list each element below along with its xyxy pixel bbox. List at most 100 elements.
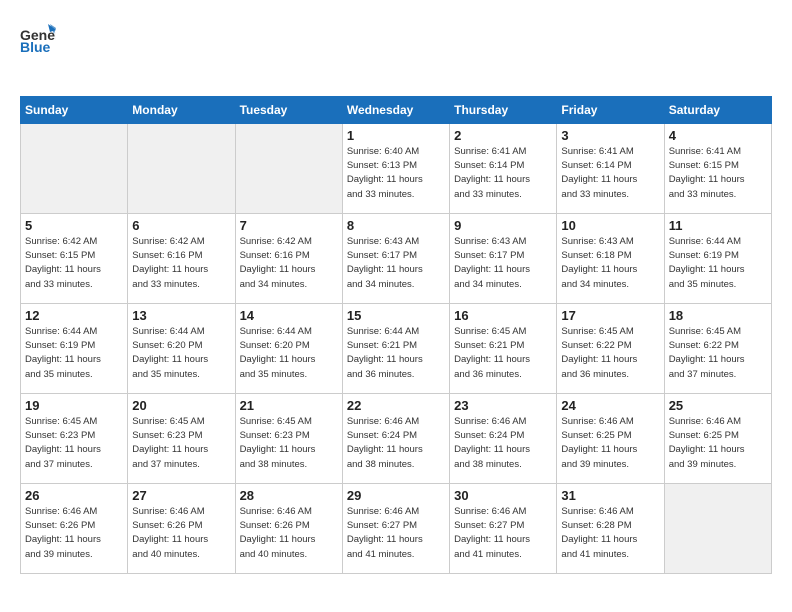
calendar-cell: 1 Sunrise: 6:40 AMSunset: 6:13 PMDaylight…	[342, 123, 449, 213]
calendar-header-row: SundayMondayTuesdayWednesdayThursdayFrid…	[21, 96, 772, 123]
day-info: Sunrise: 6:45 AMSunset: 6:23 PMDaylight:…	[132, 415, 230, 472]
calendar-cell: 29 Sunrise: 6:46 AMSunset: 6:27 PMDayligh…	[342, 483, 449, 573]
day-info: Sunrise: 6:44 AMSunset: 6:19 PMDaylight:…	[25, 325, 123, 382]
day-info: Sunrise: 6:44 AMSunset: 6:20 PMDaylight:…	[132, 325, 230, 382]
calendar-cell: 2Sunrise: 6:41 AMSunset: 6:14 PMDaylight…	[450, 123, 557, 213]
day-number: 12	[25, 308, 123, 323]
calendar-cell: 26 Sunrise: 6:46 AMSunset: 6:26 PMDayligh…	[21, 483, 128, 573]
day-info: Sunrise: 6:40 AMSunset: 6:13 PMDaylight:…	[347, 145, 445, 202]
day-number: 5	[25, 218, 123, 233]
day-info: Sunrise: 6:45 AMSunset: 6:22 PMDaylight:…	[561, 325, 659, 382]
day-info: Sunrise: 6:46 AMSunset: 6:26 PMDaylight:…	[25, 505, 123, 562]
calendar-cell: 24 Sunrise: 6:46 AMSunset: 6:25 PMDayligh…	[557, 393, 664, 483]
calendar-cell: 25 Sunrise: 6:46 AMSunset: 6:25 PMDayligh…	[664, 393, 771, 483]
col-header-tuesday: Tuesday	[235, 96, 342, 123]
day-number: 10	[561, 218, 659, 233]
day-number: 13	[132, 308, 230, 323]
day-info: Sunrise: 6:45 AMSunset: 6:23 PMDaylight:…	[240, 415, 338, 472]
calendar-cell	[664, 483, 771, 573]
day-number: 29	[347, 488, 445, 503]
day-info: Sunrise: 6:42 AMSunset: 6:16 PMDaylight:…	[240, 235, 338, 292]
day-number: 24	[561, 398, 659, 413]
col-header-monday: Monday	[128, 96, 235, 123]
calendar-table: SundayMondayTuesdayWednesdayThursdayFrid…	[20, 96, 772, 574]
day-info: Sunrise: 6:46 AMSunset: 6:25 PMDaylight:…	[561, 415, 659, 472]
day-number: 30	[454, 488, 552, 503]
day-info: Sunrise: 6:46 AMSunset: 6:26 PMDaylight:…	[240, 505, 338, 562]
day-number: 3	[561, 128, 659, 143]
day-info: Sunrise: 6:44 AMSunset: 6:19 PMDaylight:…	[669, 235, 767, 292]
day-number: 15	[347, 308, 445, 323]
calendar-cell: 12 Sunrise: 6:44 AMSunset: 6:19 PMDayligh…	[21, 303, 128, 393]
calendar-cell: 16 Sunrise: 6:45 AMSunset: 6:21 PMDayligh…	[450, 303, 557, 393]
day-info: Sunrise: 6:44 AMSunset: 6:21 PMDaylight:…	[347, 325, 445, 382]
col-header-sunday: Sunday	[21, 96, 128, 123]
page-header: General Blue	[20, 20, 772, 80]
day-number: 20	[132, 398, 230, 413]
calendar-cell	[21, 123, 128, 213]
calendar-cell: 15 Sunrise: 6:44 AMSunset: 6:21 PMDayligh…	[342, 303, 449, 393]
day-number: 19	[25, 398, 123, 413]
day-info: Sunrise: 6:41 AMSunset: 6:14 PMDaylight:…	[561, 145, 659, 202]
calendar-cell: 31Sunrise: 6:46 AMSunset: 6:28 PMDayligh…	[557, 483, 664, 573]
calendar-cell: 11Sunrise: 6:44 AMSunset: 6:19 PMDayligh…	[664, 213, 771, 303]
day-number: 22	[347, 398, 445, 413]
calendar-cell: 18 Sunrise: 6:45 AMSunset: 6:22 PMDayligh…	[664, 303, 771, 393]
calendar-cell: 30 Sunrise: 6:46 AMSunset: 6:27 PMDayligh…	[450, 483, 557, 573]
calendar-cell: 20 Sunrise: 6:45 AMSunset: 6:23 PMDayligh…	[128, 393, 235, 483]
svg-text:Blue: Blue	[20, 39, 51, 55]
calendar-cell: 17 Sunrise: 6:45 AMSunset: 6:22 PMDayligh…	[557, 303, 664, 393]
day-info: Sunrise: 6:45 AMSunset: 6:23 PMDaylight:…	[25, 415, 123, 472]
calendar-cell: 9Sunrise: 6:43 AMSunset: 6:17 PMDaylight…	[450, 213, 557, 303]
day-info: Sunrise: 6:46 AMSunset: 6:24 PMDaylight:…	[347, 415, 445, 472]
day-number: 18	[669, 308, 767, 323]
logo: General Blue	[20, 20, 56, 80]
calendar-cell: 22 Sunrise: 6:46 AMSunset: 6:24 PMDayligh…	[342, 393, 449, 483]
logo-icon: General Blue	[20, 20, 56, 56]
day-info: Sunrise: 6:46 AMSunset: 6:27 PMDaylight:…	[347, 505, 445, 562]
day-number: 14	[240, 308, 338, 323]
calendar-cell: 5 Sunrise: 6:42 AMSunset: 6:15 PMDaylight…	[21, 213, 128, 303]
calendar-week-4: 19 Sunrise: 6:45 AMSunset: 6:23 PMDayligh…	[21, 393, 772, 483]
day-info: Sunrise: 6:46 AMSunset: 6:24 PMDaylight:…	[454, 415, 552, 472]
day-info: Sunrise: 6:44 AMSunset: 6:20 PMDaylight:…	[240, 325, 338, 382]
calendar-cell: 3 Sunrise: 6:41 AMSunset: 6:14 PMDaylight…	[557, 123, 664, 213]
calendar-cell: 4 Sunrise: 6:41 AMSunset: 6:15 PMDaylight…	[664, 123, 771, 213]
calendar-cell: 19 Sunrise: 6:45 AMSunset: 6:23 PMDayligh…	[21, 393, 128, 483]
calendar-cell: 13 Sunrise: 6:44 AMSunset: 6:20 PMDayligh…	[128, 303, 235, 393]
day-number: 4	[669, 128, 767, 143]
day-info: Sunrise: 6:41 AMSunset: 6:14 PMDaylight:…	[454, 145, 552, 202]
day-number: 8	[347, 218, 445, 233]
calendar-cell: 21 Sunrise: 6:45 AMSunset: 6:23 PMDayligh…	[235, 393, 342, 483]
day-info: Sunrise: 6:46 AMSunset: 6:26 PMDaylight:…	[132, 505, 230, 562]
col-header-wednesday: Wednesday	[342, 96, 449, 123]
col-header-saturday: Saturday	[664, 96, 771, 123]
calendar-cell: 6Sunrise: 6:42 AMSunset: 6:16 PMDaylight…	[128, 213, 235, 303]
calendar-cell: 10 Sunrise: 6:43 AMSunset: 6:18 PMDayligh…	[557, 213, 664, 303]
calendar-cell: 23Sunrise: 6:46 AMSunset: 6:24 PMDayligh…	[450, 393, 557, 483]
calendar-week-5: 26 Sunrise: 6:46 AMSunset: 6:26 PMDayligh…	[21, 483, 772, 573]
day-info: Sunrise: 6:42 AMSunset: 6:15 PMDaylight:…	[25, 235, 123, 292]
day-info: Sunrise: 6:46 AMSunset: 6:27 PMDaylight:…	[454, 505, 552, 562]
day-info: Sunrise: 6:46 AMSunset: 6:25 PMDaylight:…	[669, 415, 767, 472]
day-number: 21	[240, 398, 338, 413]
day-number: 27	[132, 488, 230, 503]
day-number: 25	[669, 398, 767, 413]
day-number: 16	[454, 308, 552, 323]
day-number: 28	[240, 488, 338, 503]
calendar-cell: 27 Sunrise: 6:46 AMSunset: 6:26 PMDayligh…	[128, 483, 235, 573]
day-info: Sunrise: 6:45 AMSunset: 6:21 PMDaylight:…	[454, 325, 552, 382]
calendar-week-2: 5 Sunrise: 6:42 AMSunset: 6:15 PMDaylight…	[21, 213, 772, 303]
day-number: 9	[454, 218, 552, 233]
day-number: 1	[347, 128, 445, 143]
day-info: Sunrise: 6:43 AMSunset: 6:18 PMDaylight:…	[561, 235, 659, 292]
day-info: Sunrise: 6:45 AMSunset: 6:22 PMDaylight:…	[669, 325, 767, 382]
day-number: 17	[561, 308, 659, 323]
col-header-thursday: Thursday	[450, 96, 557, 123]
day-info: Sunrise: 6:41 AMSunset: 6:15 PMDaylight:…	[669, 145, 767, 202]
calendar-cell: 8Sunrise: 6:43 AMSunset: 6:17 PMDaylight…	[342, 213, 449, 303]
calendar-week-1: 1 Sunrise: 6:40 AMSunset: 6:13 PMDaylight…	[21, 123, 772, 213]
day-number: 26	[25, 488, 123, 503]
calendar-week-3: 12 Sunrise: 6:44 AMSunset: 6:19 PMDayligh…	[21, 303, 772, 393]
calendar-cell: 14 Sunrise: 6:44 AMSunset: 6:20 PMDayligh…	[235, 303, 342, 393]
